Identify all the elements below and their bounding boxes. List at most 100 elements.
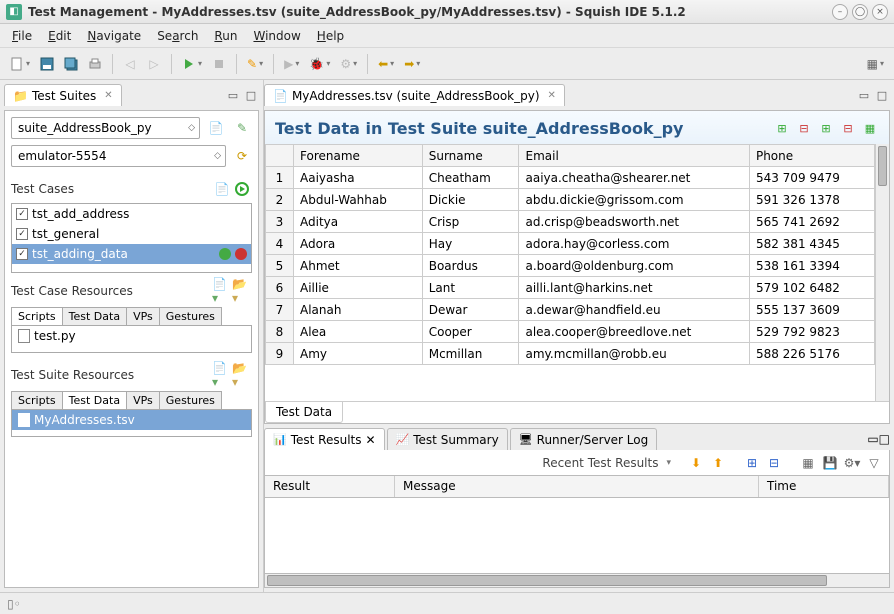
mini-tab[interactable]: Gestures [159,391,222,409]
filter-button[interactable]: ⚙▾ [843,454,861,472]
case-resource-filebox[interactable]: test.py [11,325,252,353]
cell[interactable]: Aillie [294,277,423,299]
recent-results-label[interactable]: Recent Test Results [542,456,658,470]
save-all-button[interactable] [60,53,82,75]
debug-button[interactable]: 🐞▾ [305,53,334,75]
back-button[interactable]: ⬅▾ [374,53,398,75]
minimize-view-button[interactable]: ▭ [225,87,241,103]
cell[interactable]: 579 102 6482 [749,277,874,299]
file-row-testpy[interactable]: test.py [12,326,251,346]
col-message[interactable]: Message [395,476,759,497]
suites-tab[interactable]: 📁 Test Suites ✕ [4,84,122,106]
row-number[interactable]: 7 [266,299,294,321]
mini-tab[interactable]: Scripts [11,307,63,325]
bottom-tab-testdata[interactable]: Test Data [265,402,343,423]
row-number[interactable]: 8 [266,321,294,343]
mini-tab[interactable]: Test Data [62,391,127,409]
close-icon[interactable]: ✕ [548,90,556,101]
external-tools-button[interactable]: ⚙▾ [336,53,361,75]
column-header[interactable]: Email [519,145,749,167]
cell[interactable]: 565 741 2692 [749,211,874,233]
open-suite-folder-button[interactable]: 📂▾ [232,365,252,385]
maximize-view-button[interactable]: □ [243,87,259,103]
editor-tab[interactable]: 📄 MyAddresses.tsv (suite_AddressBook_py)… [264,84,565,106]
run-all-button[interactable] [232,179,252,199]
insert-row-button[interactable]: ⊞ [773,120,791,138]
checkbox[interactable]: ✓ [16,248,28,260]
show-views-button[interactable]: ▯◦ [6,596,22,612]
next-result-button[interactable]: ⬇ [687,454,705,472]
minimize-view-button[interactable]: ▭ [867,432,878,446]
file-row-myaddresses[interactable]: MyAddresses.tsv [12,410,251,430]
stop-button[interactable] [208,53,230,75]
test-case-row[interactable]: ✓tst_add_address [12,204,251,224]
cell[interactable]: Dewar [422,299,519,321]
launch-aut-button[interactable]: ▾ [178,53,206,75]
new-suite-button[interactable]: 📄 [206,118,226,138]
cell[interactable]: alea.cooper@breedlove.net [519,321,749,343]
minimize-button[interactable]: – [832,4,848,20]
cell[interactable]: Adora [294,233,423,255]
new-suite-resource-button[interactable]: 📄▾ [212,365,232,385]
test-case-row[interactable]: ✓tst_adding_data [12,244,251,264]
table-row[interactable]: 2Abdul-WahhabDickieabdu.dickie@grissom.c… [266,189,875,211]
suite-combo[interactable]: suite_AddressBook_py [11,117,200,139]
column-header[interactable]: Forename [294,145,423,167]
table-row[interactable]: 8AleaCooperalea.cooper@breedlove.net529 … [266,321,875,343]
menu-navigate[interactable]: Navigate [79,27,149,45]
highlight-button[interactable]: ✎▾ [243,53,267,75]
table-row[interactable]: 7AlanahDewara.dewar@handfield.eu555 137 … [266,299,875,321]
table-row[interactable]: 9AmyMcmillanamy.mcmillan@robb.eu588 226 … [266,343,875,365]
close-icon[interactable]: ✕ [104,90,112,101]
data-grid[interactable]: ForenameSurnameEmailPhone1AaiyashaCheath… [265,144,875,365]
horizontal-scrollbar[interactable] [264,574,890,588]
expand-all-button[interactable]: ⊞ [743,454,761,472]
test-cases-list[interactable]: ✓tst_add_address✓tst_general✓tst_adding_… [11,203,252,273]
record-case-button[interactable] [235,248,247,260]
mini-tab[interactable]: Test Data [62,307,127,325]
cell[interactable]: Cheatham [422,167,519,189]
scrollbar-thumb[interactable] [878,146,887,186]
run-button[interactable]: ▶▾ [280,53,303,75]
table-row[interactable]: 1AaiyashaCheathamaaiya.cheatha@shearer.n… [266,167,875,189]
print-button[interactable] [84,53,106,75]
prev-result-button[interactable]: ⬆ [709,454,727,472]
column-header[interactable]: Surname [422,145,519,167]
tab-test-results[interactable]: 📊 Test Results ✕ [264,428,385,450]
cell[interactable]: abdu.dickie@grissom.com [519,189,749,211]
menu-edit[interactable]: Edit [40,27,79,45]
insert-col-button[interactable]: ⊞ [817,120,835,138]
cell[interactable]: aaiya.cheatha@shearer.net [519,167,749,189]
col-result[interactable]: Result [265,476,395,497]
menu-file[interactable]: File [4,27,40,45]
cell[interactable]: Hay [422,233,519,255]
forward-button[interactable]: ➡▾ [400,53,424,75]
row-number[interactable]: 2 [266,189,294,211]
cell[interactable]: Ahmet [294,255,423,277]
refresh-device-button[interactable]: ⟳ [232,146,252,166]
grid-options-button[interactable]: ▦ [861,120,879,138]
cell[interactable]: 538 161 3394 [749,255,874,277]
cell[interactable]: Alea [294,321,423,343]
cell[interactable]: Dickie [422,189,519,211]
cell[interactable]: Mcmillan [422,343,519,365]
cell[interactable]: adora.hay@corless.com [519,233,749,255]
new-case-button[interactable]: 📄 [212,179,232,199]
cell[interactable]: Abdul-Wahhab [294,189,423,211]
save-button[interactable] [36,53,58,75]
open-suite-button[interactable]: ✎ [232,118,252,138]
scrollbar-thumb[interactable] [267,575,827,586]
row-number[interactable]: 3 [266,211,294,233]
cell[interactable]: 529 792 9823 [749,321,874,343]
cell[interactable]: a.board@oldenburg.com [519,255,749,277]
row-number[interactable]: 9 [266,343,294,365]
table-row[interactable]: 3AdityaCrispad.crisp@beadsworth.net565 7… [266,211,875,233]
cell[interactable]: Lant [422,277,519,299]
vertical-scrollbar[interactable] [875,144,889,401]
cell[interactable]: Cooper [422,321,519,343]
cell[interactable]: ailli.lant@harkins.net [519,277,749,299]
delete-col-button[interactable]: ⊟ [839,120,857,138]
col-time[interactable]: Time [759,476,889,497]
tab-runner-log[interactable]: 🖥 Runner/Server Log [510,428,658,450]
table-row[interactable]: 4AdoraHayadora.hay@corless.com582 381 43… [266,233,875,255]
